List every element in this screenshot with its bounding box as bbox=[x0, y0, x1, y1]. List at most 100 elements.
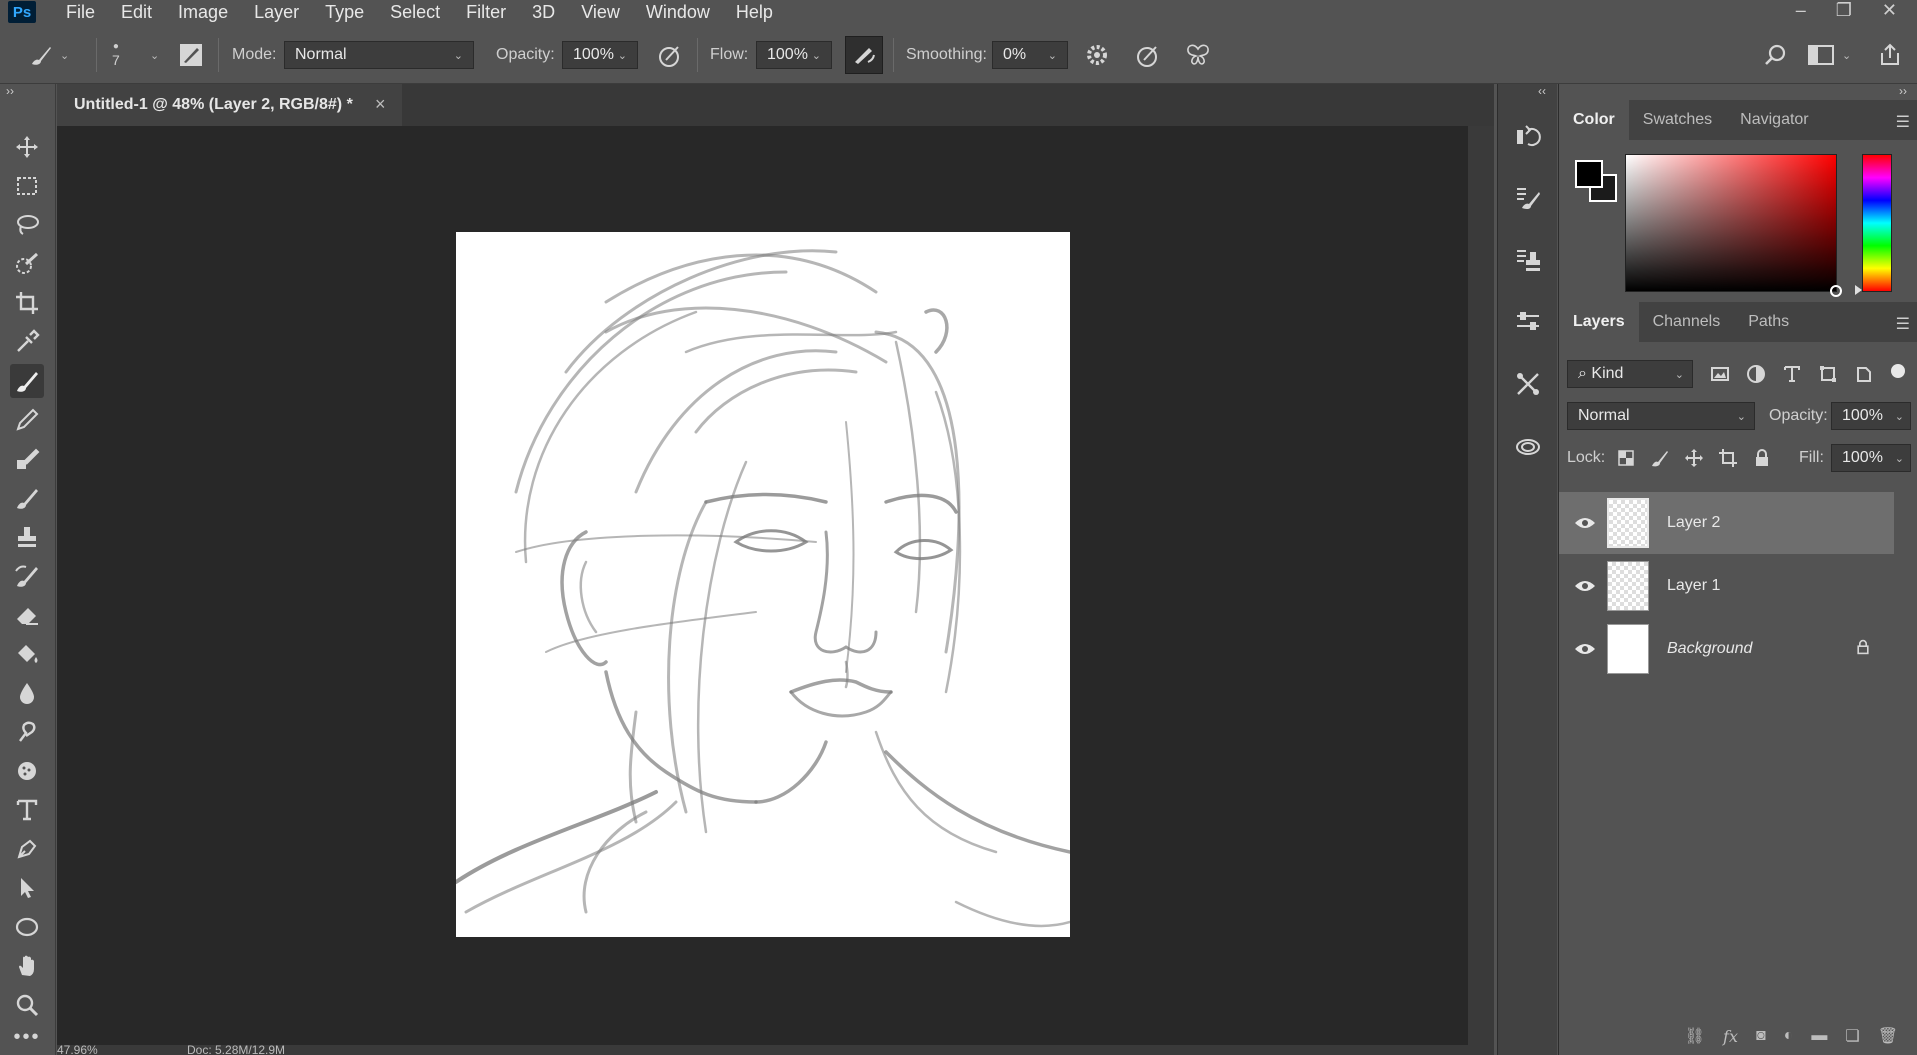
close-button[interactable]: ✕ bbox=[1882, 0, 1897, 21]
tool-presets-panel-button[interactable] bbox=[1512, 368, 1544, 400]
smoothing-settings-button[interactable] bbox=[1084, 26, 1110, 84]
marquee-tool[interactable] bbox=[10, 169, 44, 203]
menu-window[interactable]: Window bbox=[646, 2, 710, 23]
eraser-tool[interactable] bbox=[10, 598, 44, 632]
visibility-toggle[interactable] bbox=[1573, 639, 1597, 659]
clone-stamp-tool[interactable] bbox=[10, 442, 44, 476]
adjustment-layer-icon[interactable]: ◐ bbox=[1784, 1027, 1794, 1045]
history-brush-tool[interactable] bbox=[10, 481, 44, 515]
blend-mode-select[interactable]: Normal ⌄ bbox=[1567, 402, 1755, 430]
clone-source-panel-button[interactable] bbox=[1512, 244, 1544, 276]
filter-type-button[interactable] bbox=[1781, 363, 1803, 385]
link-layers-icon[interactable]: ⛓ bbox=[1685, 1026, 1705, 1046]
properties-panel-button[interactable] bbox=[1512, 306, 1544, 338]
pencil-tool[interactable] bbox=[10, 403, 44, 437]
ellipse-tool[interactable] bbox=[10, 910, 44, 944]
pen-tool[interactable] bbox=[10, 832, 44, 866]
search-button[interactable] bbox=[1764, 26, 1788, 84]
lock-image-pixels-button[interactable] bbox=[1649, 447, 1671, 469]
opacity-field[interactable]: 100% ⌄ bbox=[562, 41, 638, 69]
paint-bucket-tool[interactable] bbox=[10, 637, 44, 671]
filter-smart-object-button[interactable] bbox=[1853, 363, 1875, 385]
filter-pixel-button[interactable] bbox=[1709, 363, 1731, 385]
panel-menu-icon[interactable]: ☰ bbox=[1896, 112, 1910, 132]
tab-color[interactable]: Color bbox=[1559, 100, 1629, 140]
hand-tool[interactable] bbox=[10, 949, 44, 983]
zoom-tool[interactable] bbox=[10, 988, 44, 1022]
trash-icon[interactable]: 🗑 bbox=[1878, 1026, 1898, 1046]
tab-swatches[interactable]: Swatches bbox=[1629, 100, 1726, 140]
tab-layers[interactable]: Layers bbox=[1559, 302, 1639, 342]
close-document-button[interactable]: × bbox=[375, 94, 386, 115]
layer-row-layer-2[interactable]: Layer 2 bbox=[1559, 492, 1894, 554]
stamp-tool[interactable] bbox=[10, 520, 44, 554]
zoom-level[interactable]: 47.96% bbox=[57, 1045, 98, 1055]
lock-all-button[interactable] bbox=[1751, 447, 1773, 469]
lock-transparent-pixels-button[interactable] bbox=[1615, 447, 1637, 469]
pressure-opacity-button[interactable] bbox=[656, 26, 684, 84]
menu-layer[interactable]: Layer bbox=[254, 2, 299, 23]
menu-image[interactable]: Image bbox=[178, 2, 228, 23]
tool-preset-picker[interactable]: ⌄ bbox=[28, 26, 69, 84]
path-selection-tool[interactable] bbox=[10, 871, 44, 905]
menu-help[interactable]: Help bbox=[736, 2, 773, 23]
layer-filter-select[interactable]: ⌕ Kind ⌄ bbox=[1567, 360, 1693, 388]
blur-tool[interactable] bbox=[10, 676, 44, 710]
filter-toggle-button[interactable] bbox=[1887, 360, 1909, 382]
new-group-icon[interactable]: ▬ bbox=[1811, 1027, 1827, 1045]
airbrush-toggle[interactable] bbox=[845, 36, 883, 74]
quick-selection-tool[interactable] bbox=[10, 247, 44, 281]
more-tools-button[interactable]: ••• bbox=[10, 1027, 44, 1047]
layer-row-layer-1[interactable]: Layer 1 bbox=[1559, 555, 1894, 617]
filter-shape-button[interactable] bbox=[1817, 363, 1839, 385]
collapse-icon[interactable]: ‹‹ bbox=[1538, 84, 1546, 98]
layer-row-background[interactable]: Background bbox=[1559, 618, 1894, 680]
hue-slider[interactable] bbox=[1855, 154, 1892, 295]
menu-3d[interactable]: 3D bbox=[532, 2, 555, 23]
fx-button[interactable]: fx bbox=[1723, 1027, 1738, 1046]
add-mask-icon[interactable]: ◙ bbox=[1756, 1027, 1766, 1045]
expand-icon[interactable]: ›› bbox=[6, 84, 14, 98]
document-tab[interactable]: Untitled-1 @ 48% (Layer 2, RGB/8#) * bbox=[57, 84, 402, 126]
history-tool[interactable] bbox=[10, 559, 44, 593]
brush-settings-panel-button[interactable] bbox=[1512, 182, 1544, 214]
workspace-button[interactable]: ⌄ bbox=[1808, 26, 1851, 84]
move-tool[interactable] bbox=[10, 130, 44, 164]
history-panel-button[interactable] bbox=[1512, 120, 1544, 152]
share-button[interactable] bbox=[1878, 26, 1902, 84]
smoothing-field[interactable]: 0% ⌄ bbox=[992, 41, 1068, 69]
flow-field[interactable]: 100% ⌄ bbox=[756, 41, 832, 69]
saturation-brightness-field[interactable] bbox=[1625, 154, 1842, 297]
tab-channels[interactable]: Channels bbox=[1639, 302, 1735, 342]
lock-position-button[interactable] bbox=[1683, 447, 1705, 469]
canvas[interactable] bbox=[456, 232, 1070, 937]
menu-type[interactable]: Type bbox=[325, 2, 364, 23]
menu-edit[interactable]: Edit bbox=[121, 2, 152, 23]
restore-button[interactable]: ❐ bbox=[1836, 0, 1852, 21]
type-tool[interactable] bbox=[10, 793, 44, 827]
layer-opacity-field[interactable]: 100% ⌄ bbox=[1831, 402, 1911, 430]
fill-field[interactable]: 100% ⌄ bbox=[1831, 444, 1911, 472]
menu-file[interactable]: File bbox=[66, 2, 95, 23]
crop-tool[interactable] bbox=[10, 286, 44, 320]
minimize-button[interactable]: – bbox=[1796, 0, 1806, 21]
vertical-scrollbar[interactable] bbox=[1468, 126, 1494, 1055]
lock-artboard-button[interactable] bbox=[1717, 447, 1739, 469]
tab-navigator[interactable]: Navigator bbox=[1726, 100, 1822, 140]
pressure-size-button[interactable] bbox=[1134, 26, 1162, 84]
filter-adjustment-button[interactable] bbox=[1745, 363, 1767, 385]
foreground-color-swatch[interactable] bbox=[1575, 160, 1603, 188]
hue-slider-handle[interactable] bbox=[1855, 285, 1862, 295]
menu-filter[interactable]: Filter bbox=[466, 2, 506, 23]
color-picker-handle[interactable] bbox=[1830, 285, 1842, 297]
eyedropper-tool[interactable] bbox=[10, 325, 44, 359]
chevron-down-icon[interactable]: ⌄ bbox=[150, 26, 159, 84]
menu-view[interactable]: View bbox=[581, 2, 620, 23]
visibility-toggle[interactable] bbox=[1573, 513, 1597, 533]
visibility-toggle[interactable] bbox=[1573, 576, 1597, 596]
mode-select[interactable]: Normal ⌄ bbox=[284, 41, 474, 69]
brush-tool[interactable] bbox=[10, 364, 44, 398]
expand-icon[interactable]: ›› bbox=[1899, 84, 1907, 98]
new-layer-icon[interactable]: ❏ bbox=[1845, 1026, 1859, 1046]
brush-size-picker[interactable]: ● 7 bbox=[112, 26, 120, 84]
